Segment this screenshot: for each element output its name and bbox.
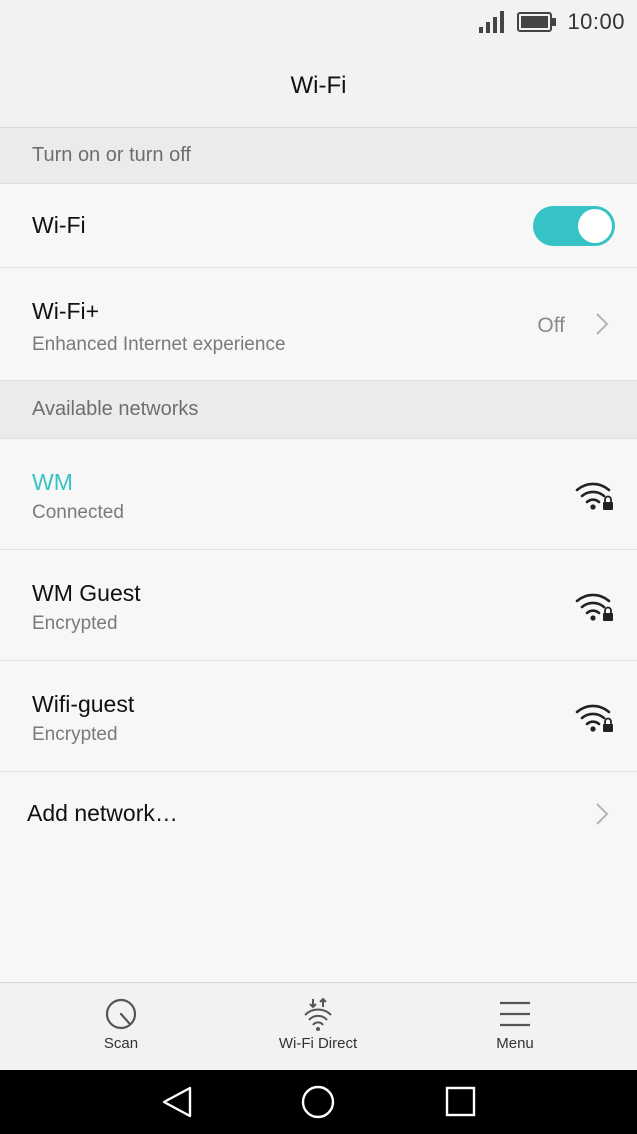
add-network-label: Add network… xyxy=(27,800,178,826)
back-icon[interactable] xyxy=(158,1084,198,1120)
network-row-wm[interactable]: WM Connected xyxy=(0,439,637,550)
wifi-toggle-switch[interactable] xyxy=(533,206,615,246)
network-name: WM Guest xyxy=(32,580,141,606)
network-row-wm-guest[interactable]: WM Guest Encrypted xyxy=(0,550,637,661)
menu-label: Menu xyxy=(496,1035,534,1052)
wifi-direct-icon xyxy=(304,997,332,1031)
wifi-plus-value: Off xyxy=(537,314,565,337)
wifi-plus-row[interactable]: Wi-Fi+ Enhanced Internet experience Off xyxy=(0,268,637,381)
menu-button[interactable]: Menu xyxy=(435,983,595,1071)
scan-icon xyxy=(105,998,137,1030)
chevron-right-icon xyxy=(596,313,609,335)
status-bar: 10:00 xyxy=(0,0,637,44)
page-title: Wi-Fi xyxy=(290,71,347,99)
network-status: Encrypted xyxy=(32,724,118,745)
wifi-lock-icon xyxy=(575,704,613,732)
section-header-toggle: Turn on or turn off xyxy=(0,128,637,184)
battery-icon xyxy=(517,12,557,32)
status-time: 10:00 xyxy=(567,9,625,34)
status-icons: 10:00 xyxy=(479,8,625,36)
wifi-plus-label: Wi-Fi+ xyxy=(32,298,100,324)
wifi-lock-icon xyxy=(575,593,613,621)
network-status: Connected xyxy=(32,502,124,523)
navigation-bar xyxy=(0,1070,637,1134)
toggle-knob xyxy=(578,209,612,243)
section-header-networks: Available networks xyxy=(0,381,637,439)
menu-icon xyxy=(500,1001,530,1027)
section-label: Turn on or turn off xyxy=(32,144,191,166)
wifi-plus-subtitle: Enhanced Internet experience xyxy=(32,334,286,355)
scan-button[interactable]: Scan xyxy=(41,983,201,1071)
wifi-lock-icon xyxy=(575,482,613,510)
signal-icon xyxy=(479,11,505,33)
wifi-toggle-row[interactable]: Wi-Fi xyxy=(0,184,637,268)
section-label: Available networks xyxy=(32,398,199,420)
recents-icon[interactable] xyxy=(440,1084,480,1120)
home-icon[interactable] xyxy=(298,1084,338,1120)
wifi-direct-label: Wi-Fi Direct xyxy=(278,1035,358,1052)
network-name: WM xyxy=(32,469,73,495)
chevron-right-icon xyxy=(596,803,609,825)
title-bar: Wi-Fi xyxy=(0,44,637,128)
network-name: Wifi-guest xyxy=(32,691,135,717)
add-network-row[interactable]: Add network… xyxy=(0,772,637,858)
bottom-action-bar: Scan Wi-Fi Direct Menu xyxy=(0,982,637,1070)
network-status: Encrypted xyxy=(32,613,118,634)
wifi-toggle-label: Wi-Fi xyxy=(32,212,86,238)
scan-label: Scan xyxy=(103,1035,139,1052)
network-row-wifi-guest[interactable]: Wifi-guest Encrypted xyxy=(0,661,637,772)
wifi-direct-button[interactable]: Wi-Fi Direct xyxy=(238,983,398,1071)
